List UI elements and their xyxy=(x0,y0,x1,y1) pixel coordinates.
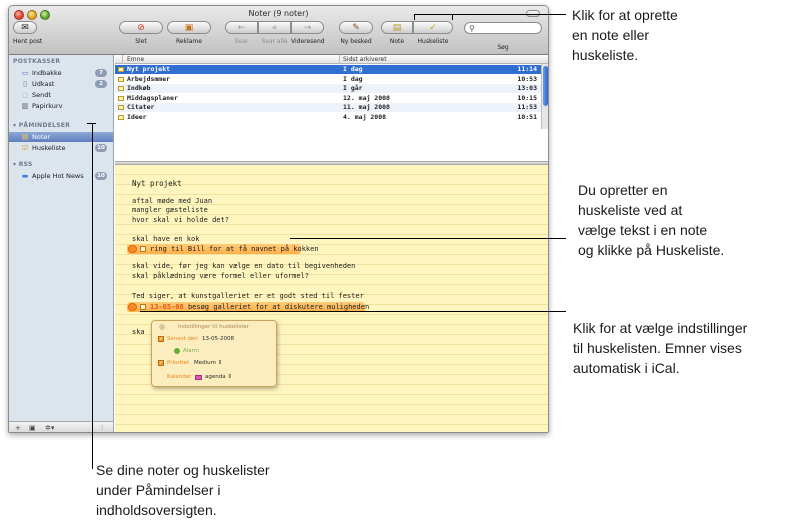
new-todo-button[interactable]: ✓ Huskeliste xyxy=(413,21,453,54)
alarm-add-icon[interactable] xyxy=(174,348,180,354)
forward-button[interactable]: → Videresend xyxy=(291,21,325,54)
table-row[interactable]: Indkøb I går 13:03 xyxy=(115,84,541,94)
sidebar-item-apple-hot-news[interactable]: ▬ Apple Hot News 10 xyxy=(9,171,113,181)
sidebar-resize-handle[interactable]: ⁞ xyxy=(101,423,103,432)
note-editor[interactable]: Nyt projekt aftal møde med Juan mangler … xyxy=(115,165,548,432)
trash-can-icon: ▥ xyxy=(21,102,29,110)
note-line: ska xyxy=(132,328,145,336)
mailboxes-header: POSTKASSER xyxy=(13,58,61,65)
reply-all-arrow-icon: « xyxy=(271,23,278,33)
column-date[interactable]: Sidst arkiveret xyxy=(343,56,387,63)
note-line: skal påklædning være formel eller uforme… xyxy=(132,272,310,280)
list-scrollbar[interactable] xyxy=(541,64,548,129)
popup-title: Indstillinger til huskelister xyxy=(178,324,249,330)
search-label: Søg xyxy=(497,44,509,51)
callout-create-note: Klik for at oprette en note eller huskel… xyxy=(572,7,678,63)
leader-line-bottom xyxy=(92,123,93,469)
add-mailbox-button[interactable]: + xyxy=(15,423,21,432)
note-list: Emne Sidst arkiveret Nyt projekt I dag 1… xyxy=(115,55,548,161)
callout-view-reminders: Se dine noter og huskelister under Påmin… xyxy=(96,462,270,518)
note-line: skal vide, før jeg kan vælge en dato til… xyxy=(132,262,356,270)
note-line: aftal møde med Juan xyxy=(132,197,213,205)
table-row[interactable]: Nyt projekt I dag 11:14 xyxy=(115,65,541,75)
leader-line-lower xyxy=(140,311,566,312)
leader-line-top-tick-left xyxy=(414,14,415,20)
rss-feed-icon: ▬ xyxy=(21,172,29,180)
sidebar-item-todos[interactable]: ☑ Huskeliste 10 xyxy=(9,143,113,153)
note-line: mangler gæsteliste xyxy=(132,206,208,214)
table-row[interactable]: Citater 11. maj 2008 11:53 xyxy=(115,103,541,113)
priority-icon[interactable] xyxy=(128,303,137,311)
rss-header: ▾ RSS xyxy=(13,161,33,168)
mail-window: Noter (9 noter) ✉ Hent post ⊘ Slet ▣ Rek… xyxy=(8,5,549,433)
note-icon xyxy=(118,76,124,82)
column-subject[interactable]: Emne xyxy=(127,56,144,63)
list-scrollbar-thumb[interactable] xyxy=(543,66,548,106)
sidebar-item-inbox[interactable]: ▭ Indbakke 7 xyxy=(9,68,113,78)
priority-checkbox[interactable]: ✓ xyxy=(158,360,164,366)
forward-arrow-icon: → xyxy=(303,23,312,33)
note-line: Ted siger, at kunstgalleriet er et godt … xyxy=(132,292,364,300)
todo-options-popup: Indstillinger til huskelister ✓ Senest d… xyxy=(151,320,277,387)
sidebar-item-notes[interactable]: ▤ Noter xyxy=(9,132,113,142)
todo-item-call-bill[interactable]: ring til Bill for at få navnet på kokken xyxy=(127,244,319,254)
reply-arrow-icon: ← xyxy=(237,23,246,33)
delete-button[interactable]: ⊘ Slet xyxy=(119,21,163,54)
reply-button[interactable]: ← Svar xyxy=(225,21,258,54)
priority-icon[interactable] xyxy=(128,245,137,253)
compose-pencil-icon: ✎ xyxy=(352,23,360,33)
todo-checkbox[interactable] xyxy=(140,304,146,310)
callout-todo-options: Klik for at vælge indstillinger til husk… xyxy=(573,320,748,376)
drafts-page-icon: ▯ xyxy=(23,80,27,88)
search-icon: ⚲ xyxy=(469,24,475,33)
envelope-icon: ✉ xyxy=(21,23,29,33)
show-photos-button[interactable]: ▣ xyxy=(29,423,36,432)
notes-pad-icon: ▤ xyxy=(21,133,29,141)
callout-make-todo: Du opretter en huskeliste ved at vælge t… xyxy=(578,182,725,258)
note-icon xyxy=(118,114,124,120)
due-date-checkbox[interactable]: ✓ xyxy=(158,336,164,342)
note-icon: ▤ xyxy=(392,23,402,33)
popup-close-icon[interactable] xyxy=(159,324,165,330)
note-icon xyxy=(118,95,124,101)
new-note-button[interactable]: ▤ Note xyxy=(381,21,413,54)
note-icon xyxy=(118,105,124,110)
due-date-value[interactable]: 13-05-2008 xyxy=(202,336,234,342)
new-message-button[interactable]: ✎ Ny besked xyxy=(339,21,373,54)
junk-button[interactable]: ▣ Reklame xyxy=(167,21,211,54)
note-icon xyxy=(118,86,124,91)
note-icon xyxy=(118,67,124,72)
reply-all-button[interactable]: « Svar alle xyxy=(258,21,291,54)
table-row[interactable]: Ideer 4. maj 2008 10:51 xyxy=(115,113,541,122)
calendar-select[interactable]: agenda ⇕ xyxy=(205,374,232,380)
get-mail-button[interactable]: ✉ Hent post xyxy=(13,21,42,54)
search-field[interactable]: ⚲ xyxy=(464,22,542,34)
todo-check-icon: ☑ xyxy=(21,144,29,152)
reminders-header: ▾ PÅMINDELSER xyxy=(13,122,71,129)
checkmark-icon: ✓ xyxy=(429,23,437,33)
todo-due-date: 13-05-08 xyxy=(150,303,184,311)
junk-icon: ▣ xyxy=(184,23,194,33)
leader-line-middle xyxy=(290,238,566,239)
list-header: Emne Sidst arkiveret xyxy=(115,55,548,64)
sidebar: POSTKASSER ▭ Indbakke 7 ▯ Udkast 2 ◌ Sen… xyxy=(9,55,114,432)
leader-line-top xyxy=(414,14,566,15)
table-row[interactable]: Arbejdsmmer I dag 10:53 xyxy=(115,75,541,84)
delete-icon: ⊘ xyxy=(137,23,145,33)
action-gear-icon[interactable]: ✲▾ xyxy=(45,423,54,432)
priority-select[interactable]: Medium ⇕ xyxy=(194,360,222,366)
inbox-tray-icon: ▭ xyxy=(21,69,29,77)
note-title: Nyt projekt xyxy=(132,179,182,188)
todo-checkbox[interactable] xyxy=(140,246,146,252)
sidebar-item-drafts[interactable]: ▯ Udkast 2 xyxy=(9,79,113,89)
sidebar-action-bar: + ▣ ✲▾ ⁞ xyxy=(9,421,113,432)
note-line: hvor skal vi holde det? xyxy=(132,216,229,224)
sidebar-item-sent[interactable]: ◌ Sendt xyxy=(9,90,113,100)
sidebar-item-trash[interactable]: ▥ Papirkurv xyxy=(9,101,113,111)
table-row[interactable]: Middagsplaner 12. maj 2008 10:15 xyxy=(115,94,541,103)
sent-icon: ◌ xyxy=(21,91,29,99)
calendar-color-icon xyxy=(195,375,202,380)
leader-line-top-tick-right xyxy=(452,14,453,20)
note-line: skal have en kok xyxy=(132,235,200,243)
